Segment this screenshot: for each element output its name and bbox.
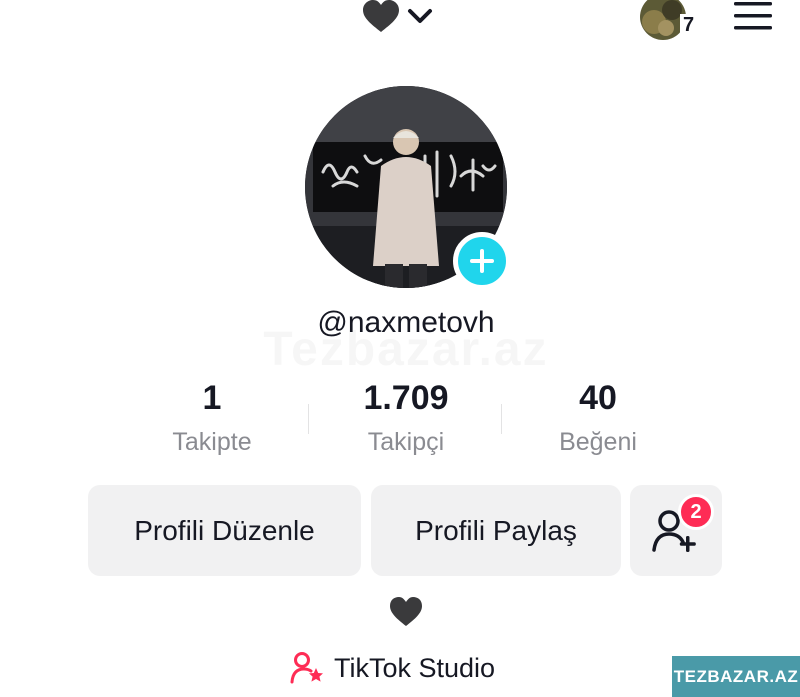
bio-black-heart-icon xyxy=(390,597,422,626)
edit-profile-button[interactable]: Profili Düzenle xyxy=(88,485,361,576)
creator-star-icon xyxy=(290,652,323,684)
hamburger-menu-icon[interactable] xyxy=(732,0,774,32)
friend-request-badge: 2 xyxy=(678,494,714,530)
share-profile-button[interactable]: Profili Paylaş xyxy=(371,485,621,576)
stat-following-value: 1 xyxy=(202,379,222,417)
stat-likes[interactable]: 40 Beğeni xyxy=(508,378,688,458)
tiktok-studio-label: TikTok Studio xyxy=(334,652,496,683)
stat-followers-label: Takipçi xyxy=(367,428,445,456)
stat-likes-value: 40 xyxy=(579,379,617,417)
stat-followers[interactable]: 1.709 Takipçi xyxy=(316,378,496,458)
site-stamp: TEZBAZAR.AZ xyxy=(672,656,800,697)
plus-icon xyxy=(470,249,494,273)
profile-avatar-container xyxy=(305,86,511,290)
stat-following-label: Takipte xyxy=(172,428,252,456)
stat-followers-value: 1.709 xyxy=(363,379,449,417)
tiktok-studio-link[interactable]: TikTok Studio xyxy=(290,648,495,688)
stat-divider xyxy=(501,404,502,434)
chevron-down-icon[interactable] xyxy=(406,6,434,26)
stat-following[interactable]: 1 Takipte xyxy=(122,378,302,458)
stat-likes-label: Beğeni xyxy=(559,428,637,456)
black-heart-icon[interactable] xyxy=(360,0,402,34)
share-profile-label: Profili Paylaş xyxy=(415,514,577,546)
add-story-button[interactable] xyxy=(453,232,511,290)
profile-username: @naxmetovh xyxy=(317,306,495,339)
edit-profile-label: Profili Düzenle xyxy=(134,514,315,546)
notification-count: 7 xyxy=(680,14,698,36)
stat-divider xyxy=(308,404,309,434)
